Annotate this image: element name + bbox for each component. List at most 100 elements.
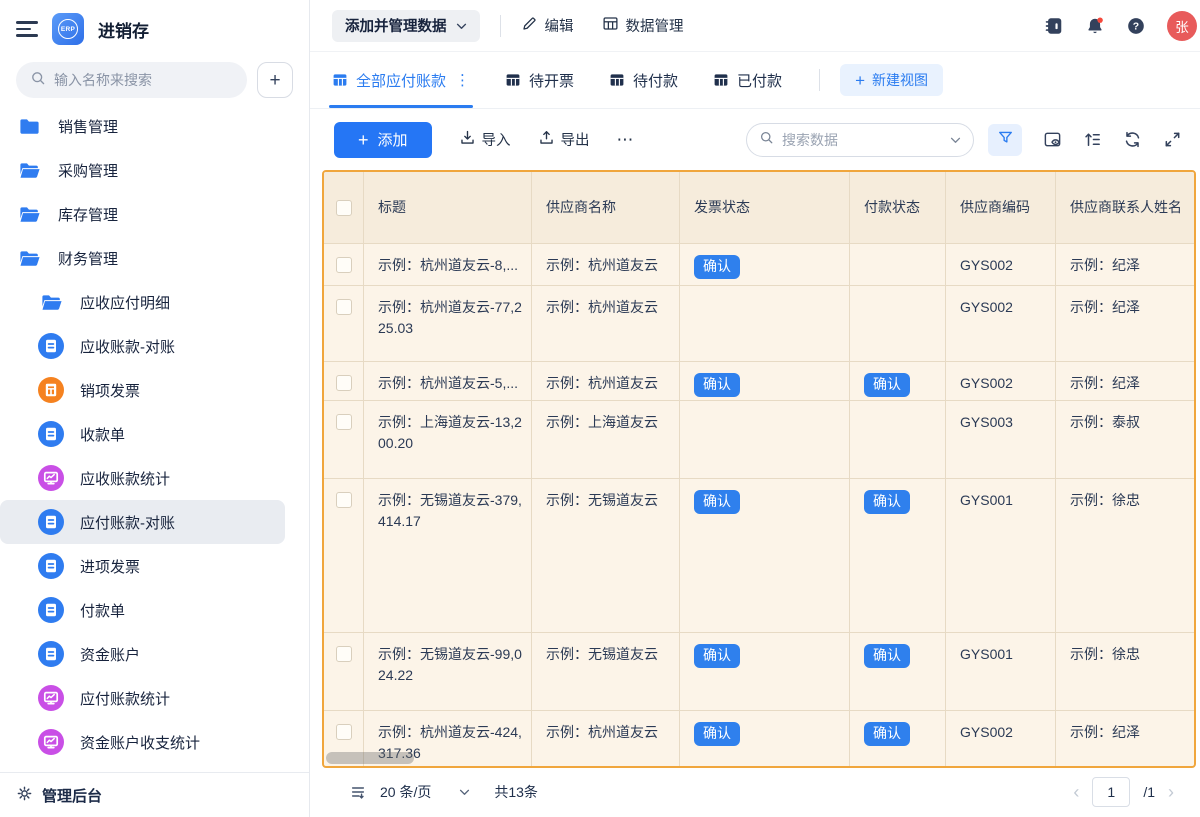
- confirm-badge[interactable]: 确认: [864, 722, 910, 746]
- sidebar-item[interactable]: 销售管理: [0, 104, 309, 148]
- sidebar-item[interactable]: 采购管理: [0, 148, 309, 192]
- fullscreen-button[interactable]: [1163, 130, 1182, 149]
- new-view-button[interactable]: + 新建视图: [840, 64, 943, 96]
- help-icon[interactable]: ?: [1126, 16, 1146, 36]
- bell-icon[interactable]: [1085, 16, 1105, 36]
- table-view-icon: [505, 72, 521, 88]
- column-header[interactable]: 付款状态: [850, 172, 946, 243]
- confirm-badge[interactable]: 确认: [694, 373, 740, 397]
- sidebar-item[interactable]: 财务管理: [0, 236, 309, 280]
- view-tab[interactable]: 待付款: [609, 52, 678, 108]
- column-header[interactable]: 发票状态: [680, 172, 850, 243]
- more-actions-button[interactable]: ⋯: [617, 130, 635, 150]
- plus-icon: +: [358, 131, 369, 149]
- row-checkbox[interactable]: [336, 492, 352, 508]
- table-header: 标题供应商名称发票状态付款状态供应商编码供应商联系人姓名: [324, 172, 1194, 243]
- sidebar-item[interactable]: 销项发票: [0, 368, 309, 412]
- app-logo-text: ERP: [58, 19, 78, 39]
- sidebar-item[interactable]: 库存管理: [0, 192, 309, 236]
- cell-payment-status: [850, 244, 946, 285]
- chevron-down-icon[interactable]: [950, 131, 961, 149]
- total-count-label: 共13条: [494, 782, 538, 802]
- refresh-button[interactable]: [1123, 130, 1142, 149]
- column-header[interactable]: 标题: [364, 172, 532, 243]
- sidebar-item[interactable]: 资金账户: [0, 632, 309, 676]
- confirm-badge[interactable]: 确认: [694, 255, 740, 279]
- confirm-badge[interactable]: 确认: [694, 644, 740, 668]
- sidebar-item[interactable]: 进项发票: [0, 544, 309, 588]
- card-view-button[interactable]: [1043, 130, 1062, 149]
- view-tab[interactable]: 全部应付账款⋮: [332, 52, 470, 108]
- confirm-badge[interactable]: 确认: [694, 722, 740, 746]
- confirm-badge[interactable]: 确认: [864, 373, 910, 397]
- table-row[interactable]: 示例：杭州道友云-5,...示例：杭州道友云确认确认GYS002示例：纪泽: [324, 361, 1194, 400]
- row-checkbox[interactable]: [336, 375, 352, 391]
- table-row[interactable]: 示例：杭州道友云-8,...示例：杭州道友云确认GYS002示例：纪泽: [324, 243, 1194, 285]
- sidebar-item[interactable]: 应收账款-对账: [0, 324, 309, 368]
- cell-title: 示例：无锡道友云-379,414.17: [364, 479, 532, 632]
- horizontal-scrollbar[interactable]: [326, 752, 414, 764]
- sidebar-item[interactable]: 应付账款统计: [0, 676, 309, 720]
- cell-supplier-code: GYS001: [946, 633, 1056, 710]
- row-checkbox[interactable]: [336, 257, 352, 273]
- user-avatar[interactable]: 张: [1167, 11, 1197, 41]
- admin-console-button[interactable]: 管理后台: [0, 772, 309, 817]
- confirm-badge[interactable]: 确认: [864, 490, 910, 514]
- confirm-badge[interactable]: 确认: [694, 490, 740, 514]
- row-checkbox[interactable]: [336, 724, 352, 740]
- table-row[interactable]: 示例：杭州道友云-77,225.03示例：杭州道友云GYS002示例：纪泽: [324, 285, 1194, 361]
- next-page-button[interactable]: ›: [1168, 783, 1174, 801]
- row-checkbox[interactable]: [336, 646, 352, 662]
- sidebar-item[interactable]: 资金账户收支统计: [0, 720, 309, 764]
- select-all-checkbox[interactable]: [336, 200, 352, 216]
- table-search-input[interactable]: 搜索数据: [746, 123, 974, 157]
- invoice-icon: [38, 377, 64, 403]
- manage-data-dropdown[interactable]: 添加并管理数据: [332, 10, 480, 42]
- filter-button[interactable]: [988, 124, 1022, 156]
- page-size-selector[interactable]: 20 条/页: [380, 782, 431, 802]
- sidebar-add-button[interactable]: +: [257, 62, 293, 98]
- cell-payment-status: 确认: [850, 362, 946, 400]
- column-header[interactable]: 供应商联系人姓名: [1056, 172, 1194, 243]
- cell-payment-status: 确认: [850, 479, 946, 632]
- tab-more-icon[interactable]: ⋮: [455, 71, 470, 89]
- notebook-icon[interactable]: [1044, 16, 1064, 36]
- sidebar-item[interactable]: 应收应付明细: [0, 280, 309, 324]
- export-button[interactable]: 导出: [538, 129, 590, 150]
- folder-open-icon: [16, 157, 42, 183]
- current-page-input[interactable]: 1: [1092, 777, 1130, 807]
- add-record-button[interactable]: + 添加: [334, 122, 432, 158]
- cell-contact-name: 示例：泰叔: [1056, 401, 1194, 478]
- import-label: 导入: [482, 129, 511, 150]
- doc-icon: [38, 509, 64, 535]
- row-height-button[interactable]: [1083, 130, 1102, 149]
- folder-open-icon: [16, 201, 42, 227]
- table-row[interactable]: 示例：上海道友云-13,200.20示例：上海道友云GYS003示例：泰叔: [324, 400, 1194, 478]
- import-button[interactable]: 导入: [459, 129, 511, 150]
- sidebar-item[interactable]: 付款单: [0, 588, 309, 632]
- top-toolbar: 添加并管理数据 编辑 数据管理 ?: [310, 0, 1200, 52]
- column-header[interactable]: 供应商编码: [946, 172, 1056, 243]
- hamburger-menu-icon[interactable]: [16, 21, 38, 36]
- table-row[interactable]: 示例：杭州道友云-424,317.36示例：杭州道友云确认确认GYS002示例：…: [324, 710, 1194, 768]
- view-tab[interactable]: 已付款: [713, 52, 782, 108]
- prev-page-button[interactable]: ‹: [1073, 783, 1079, 801]
- column-header[interactable]: 供应商名称: [532, 172, 680, 243]
- row-checkbox[interactable]: [336, 414, 352, 430]
- manage-data-label: 添加并管理数据: [345, 15, 447, 36]
- edit-button[interactable]: 编辑: [521, 15, 574, 36]
- chevron-down-icon[interactable]: [459, 789, 470, 796]
- cell-invoice-status: 确认: [680, 362, 850, 400]
- table-row[interactable]: 示例：无锡道友云-99,024.22示例：无锡道友云确认确认GYS001示例：徐…: [324, 632, 1194, 710]
- page-size-icon: [350, 784, 366, 800]
- data-manage-button[interactable]: 数据管理: [602, 15, 684, 36]
- sidebar-item[interactable]: 收款单: [0, 412, 309, 456]
- sidebar-item[interactable]: 应收账款统计: [0, 456, 309, 500]
- sidebar-search-input[interactable]: 输入名称来搜索: [16, 62, 247, 98]
- table-grid-icon: [602, 15, 619, 36]
- confirm-badge[interactable]: 确认: [864, 644, 910, 668]
- table-row[interactable]: 示例：无锡道友云-379,414.17示例：无锡道友云确认确认GYS001示例：…: [324, 478, 1194, 632]
- sidebar-item[interactable]: 应付账款-对账: [0, 500, 285, 544]
- row-checkbox[interactable]: [336, 299, 352, 315]
- view-tab[interactable]: 待开票: [505, 52, 574, 108]
